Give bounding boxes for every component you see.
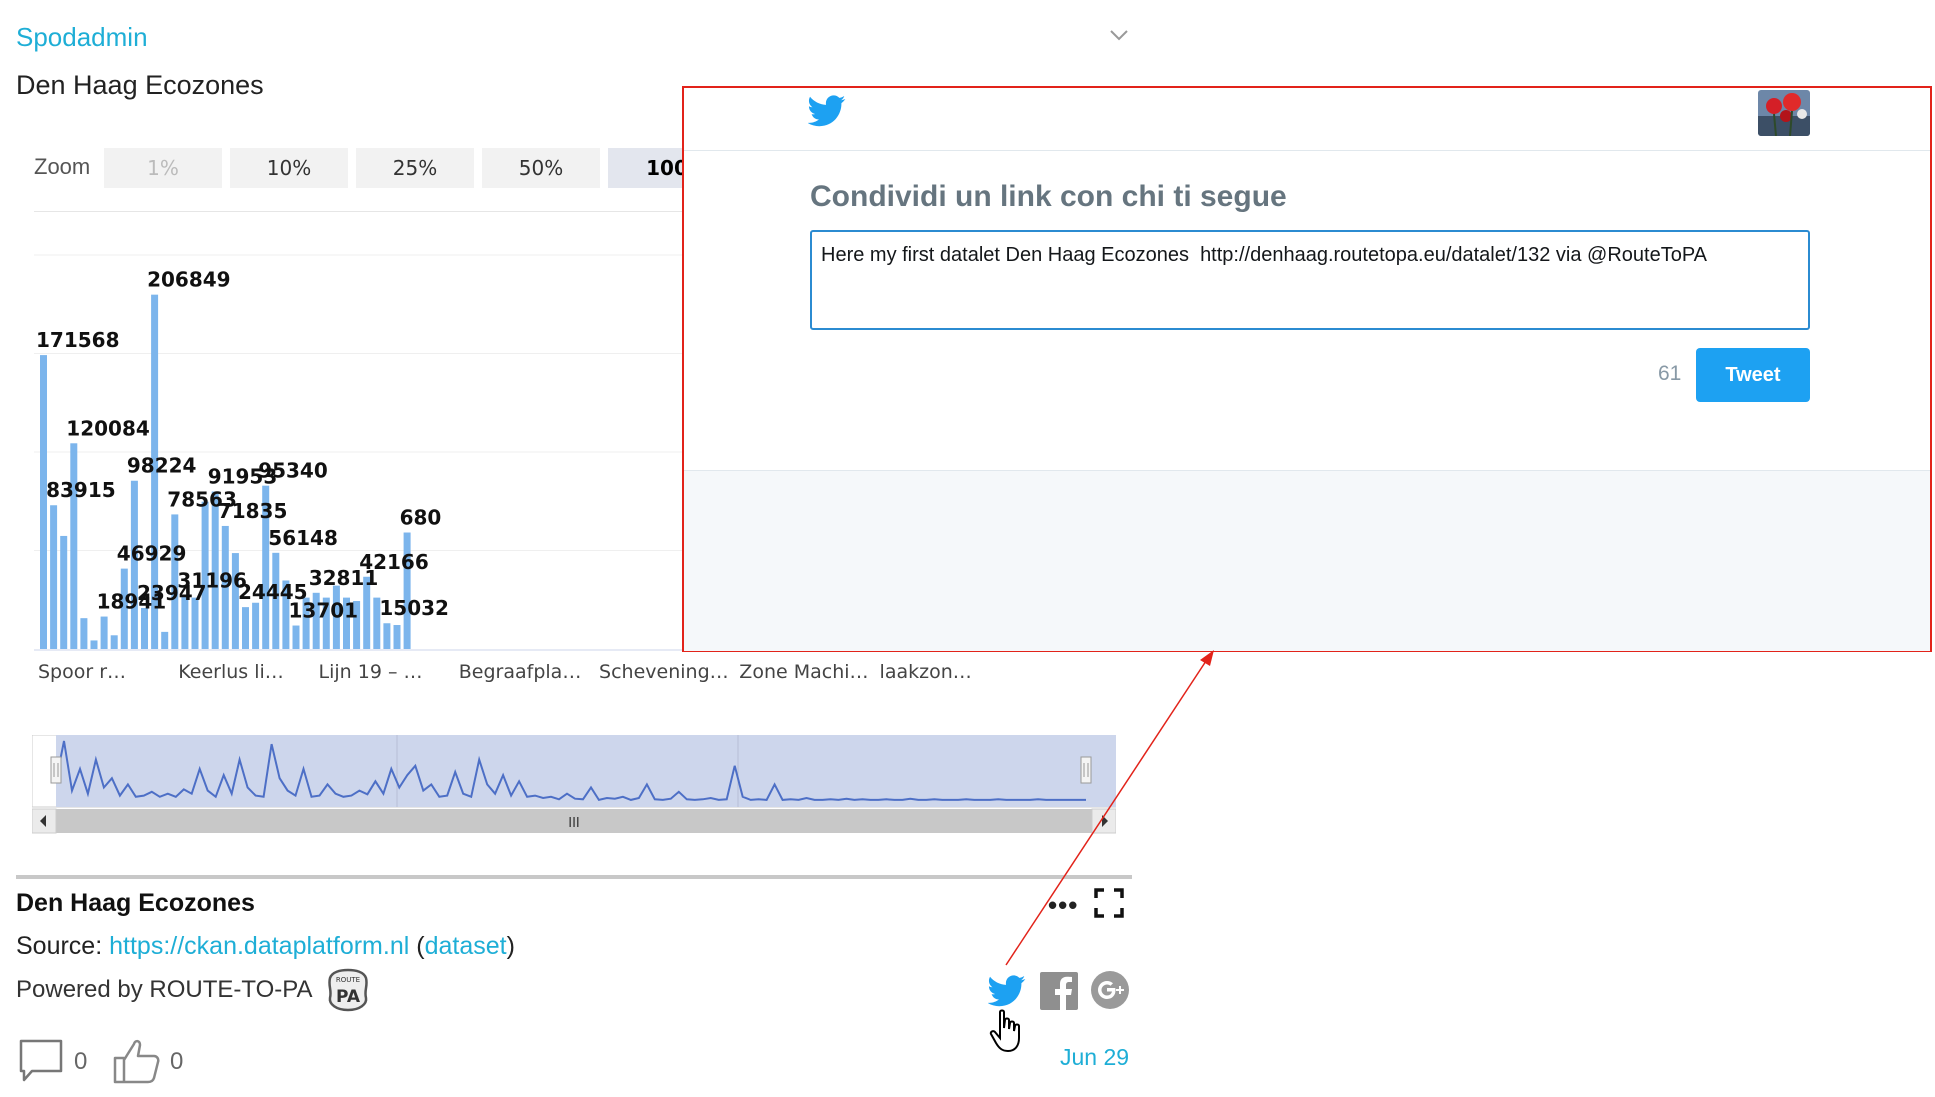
datalet-title: Den Haag Ecozones <box>16 70 264 100</box>
zoom-label: Zoom <box>34 154 91 179</box>
route-to-pa-logo: ROUTE PA <box>328 968 368 1012</box>
chart-bar[interactable] <box>60 535 68 649</box>
data-label: 98224 <box>127 454 197 478</box>
chart-bar[interactable] <box>393 625 401 649</box>
twitter-panel-header <box>684 88 1930 151</box>
data-label: 680 <box>400 506 442 530</box>
data-label: 56148 <box>268 526 338 550</box>
comment-icon[interactable] <box>18 1038 64 1084</box>
comment-count: 0 <box>74 1048 88 1075</box>
source-label: Source: <box>16 932 103 960</box>
twitter-share-icon[interactable] <box>988 973 1026 1009</box>
data-label: 71835 <box>218 499 288 523</box>
data-label: 13701 <box>289 599 359 623</box>
chart-bar[interactable] <box>141 607 148 649</box>
zoom-option-button[interactable]: 1% <box>104 148 222 188</box>
data-label: 95340 <box>258 459 328 483</box>
chart-bar[interactable] <box>80 618 88 649</box>
zoom-option-button[interactable]: 10% <box>230 148 348 188</box>
chart-bar[interactable] <box>90 640 98 649</box>
zoom-option-button[interactable]: 50% <box>482 148 600 188</box>
chevron-down-icon[interactable] <box>1108 24 1130 46</box>
x-axis-tick-label: Lijn 19 – … <box>319 661 423 683</box>
x-axis-tick-label: Keerlus li… <box>178 661 284 683</box>
data-label: 15032 <box>379 596 449 620</box>
twitter-bird-icon <box>808 95 846 127</box>
user-avatar[interactable] <box>1758 90 1810 136</box>
source-line: Source: https://ckan.dataplatform.nl (da… <box>16 932 515 961</box>
dataset-open-paren: ( <box>416 932 425 960</box>
hand-cursor-icon <box>989 1009 1020 1053</box>
x-axis-tick-label: Spoor r… <box>38 661 126 683</box>
data-label: 83915 <box>46 478 116 502</box>
tweet-button[interactable]: Tweet <box>1696 348 1810 402</box>
x-axis-tick-label: Begraafpla… <box>459 661 582 683</box>
logo-top-text: ROUTE <box>336 976 360 984</box>
like-count: 0 <box>170 1048 184 1075</box>
data-label: 46929 <box>117 542 187 566</box>
chart-bar[interactable] <box>242 607 249 649</box>
chart-bar[interactable] <box>50 505 58 649</box>
tweet-char-counter: 61 <box>1658 362 1682 385</box>
twitter-share-heading: Condividi un link con chi ti segue <box>810 180 1287 213</box>
chart-bar[interactable] <box>383 623 391 649</box>
google-plus-share-icon[interactable] <box>1090 970 1130 1010</box>
tweet-text-input[interactable]: Here my first datalet Den Haag Ecozones … <box>810 230 1810 330</box>
dataset-link[interactable]: dataset <box>425 932 507 960</box>
author-link[interactable]: Spodadmin <box>16 22 148 53</box>
navigator-handle-left[interactable] <box>50 756 62 784</box>
chart-bar[interactable] <box>100 616 108 649</box>
info-divider <box>16 875 1132 879</box>
logo-main-text: PA <box>336 987 361 1007</box>
info-title: Den Haag Ecozones <box>16 889 255 917</box>
chart-bar[interactable] <box>70 443 78 649</box>
thumbs-up-icon[interactable] <box>112 1036 160 1084</box>
chart-bar[interactable] <box>191 597 199 649</box>
fullscreen-icon[interactable] <box>1094 888 1124 918</box>
zoom-option-button[interactable]: 25% <box>356 148 474 188</box>
source-url-link[interactable]: https://ckan.dataplatform.nl <box>109 932 409 960</box>
chart-bar[interactable] <box>110 635 118 649</box>
facebook-share-icon[interactable] <box>1040 972 1078 1010</box>
x-axis-tick-label: Zone Machi… <box>739 661 868 683</box>
powered-by-text: Powered by ROUTE-TO-PA <box>16 976 313 1003</box>
chart-bar[interactable] <box>252 602 260 649</box>
data-label: 31196 <box>177 569 247 593</box>
scrollbar-grip: III <box>568 816 580 831</box>
data-label: 42166 <box>359 550 429 574</box>
navigator-handle-right[interactable] <box>1080 756 1092 784</box>
chart-bar[interactable] <box>161 631 169 649</box>
twitter-share-panel: Condividi un link con chi ti segue Here … <box>682 86 1932 652</box>
more-options-button[interactable]: ••• <box>1048 890 1078 921</box>
x-axis-tick-label: Schevening… <box>599 661 729 683</box>
dataset-close-paren: ) <box>506 932 515 960</box>
twitter-panel-footer <box>684 470 1930 651</box>
chart-bar[interactable] <box>292 625 300 649</box>
x-axis-tick-label: laakzon… <box>880 661 972 683</box>
data-label: 120084 <box>66 416 150 440</box>
post-date: Jun 29 <box>1060 1044 1130 1070</box>
data-label: 206849 <box>147 268 231 292</box>
data-label: 171568 <box>36 328 120 352</box>
chart-navigator[interactable]: III <box>32 735 1116 835</box>
